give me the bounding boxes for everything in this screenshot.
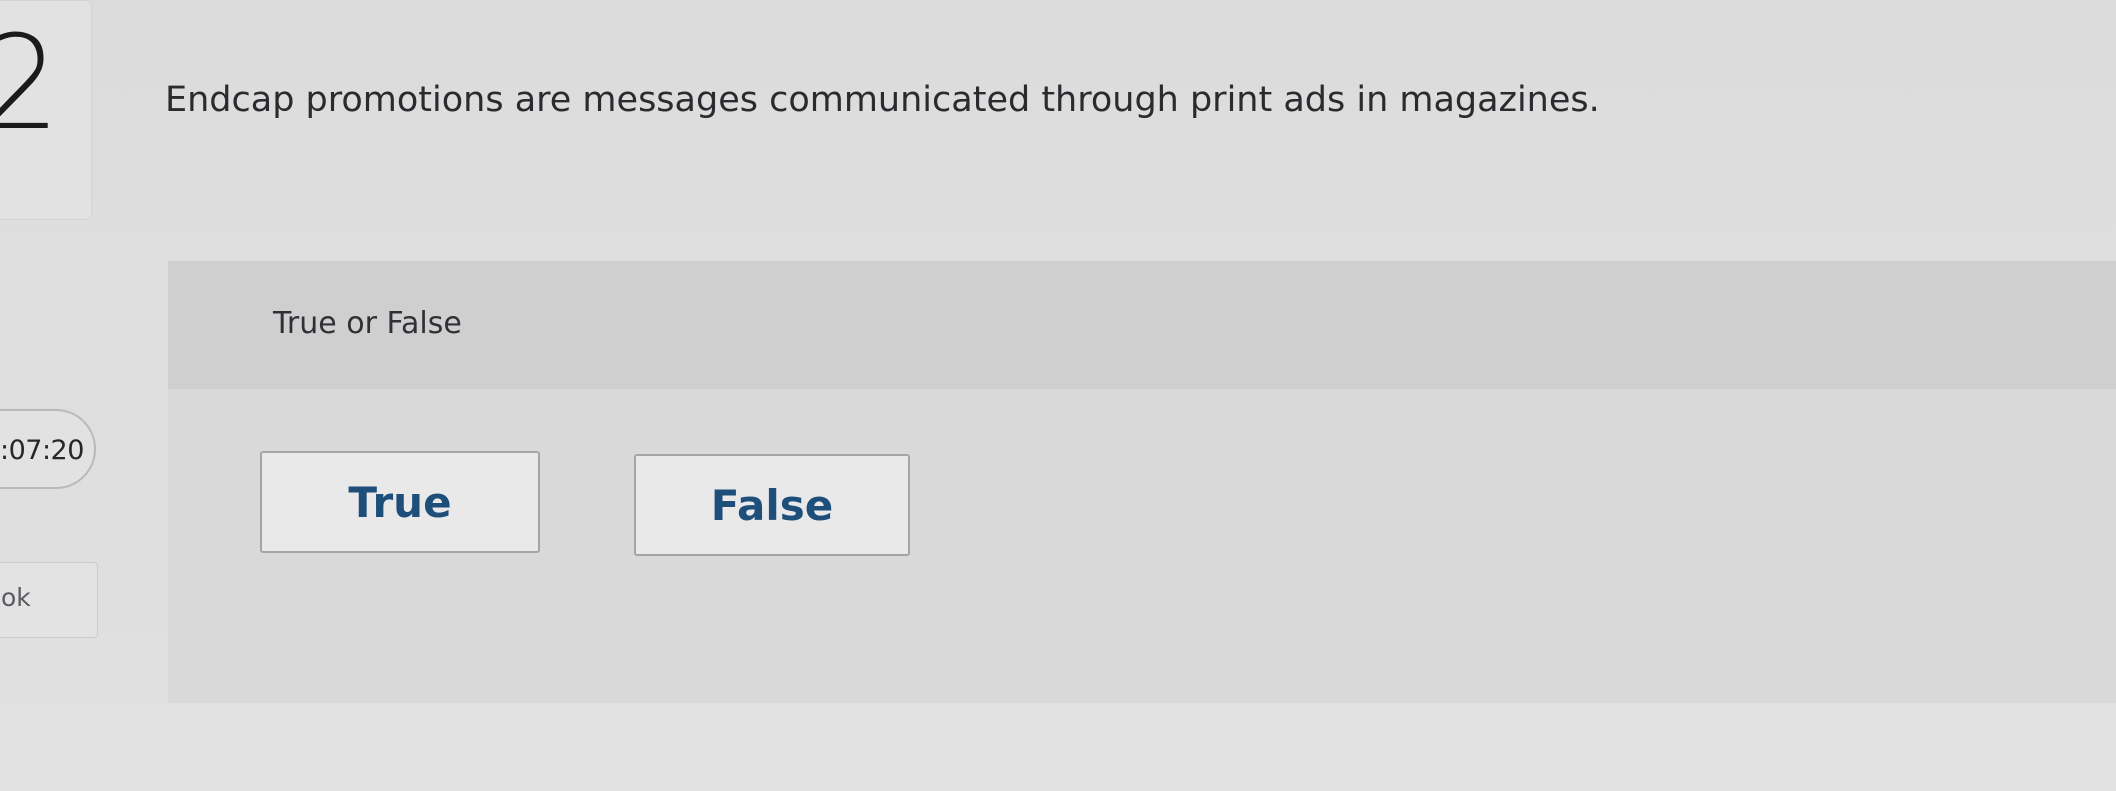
screen: 2 Endcap promotions are messages communi… bbox=[0, 0, 2116, 791]
answer-type-label: True or False bbox=[273, 306, 462, 341]
ebook-button[interactable]: ok bbox=[0, 562, 98, 638]
false-button[interactable]: False bbox=[634, 454, 910, 556]
answer-header: True or False bbox=[168, 261, 2116, 389]
true-button[interactable]: True bbox=[260, 451, 540, 553]
bottom-strip bbox=[0, 703, 2116, 791]
question-number: 2 bbox=[0, 7, 61, 159]
answer-panel: True or False True False bbox=[168, 261, 2116, 703]
question-text: Endcap promotions are messages communica… bbox=[165, 80, 1600, 120]
timer-text: :07:20 bbox=[0, 435, 84, 466]
ebook-label: ok bbox=[1, 583, 31, 612]
timer-pill[interactable]: :07:20 bbox=[0, 409, 96, 489]
